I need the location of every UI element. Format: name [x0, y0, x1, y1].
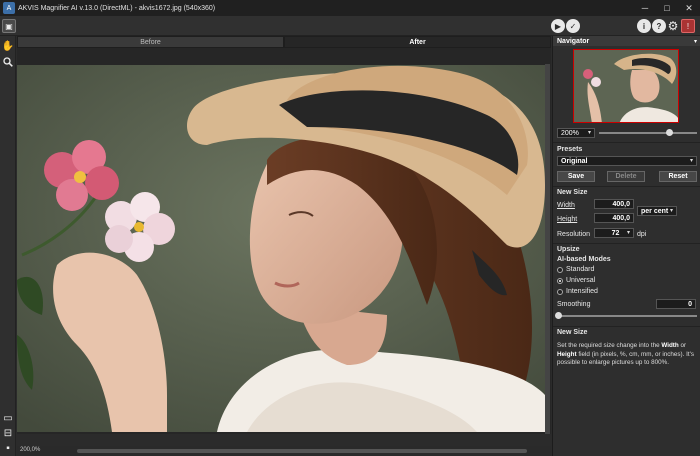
mode-universal-radio[interactable]	[557, 278, 563, 284]
mode-intensified-label: Intensified	[566, 288, 598, 295]
width-input[interactable]: 400,0	[594, 199, 634, 209]
settings-panel: Navigator ▾ 200% ▾ Presets Original ▾ Sa…	[552, 36, 700, 456]
presets-title: Presets	[557, 146, 583, 153]
tab-after[interactable]: After	[284, 36, 551, 48]
status-bar: 200,0%	[17, 446, 551, 456]
collapse-icon[interactable]: ▾	[694, 38, 697, 45]
window-title: AKVIS Magnifier AI v.13.0 (DirectML) - a…	[18, 4, 216, 12]
open-image-icon[interactable]: ▣	[2, 19, 16, 33]
navigator-zoom-slider[interactable]	[599, 132, 697, 134]
info-icon[interactable]: i	[637, 19, 651, 33]
single-view-icon[interactable]: ▭	[1, 411, 15, 425]
size-unit-value: per cent	[641, 207, 669, 215]
help-title: New Size	[557, 329, 588, 336]
section-divider	[553, 326, 700, 327]
delete-preset-button[interactable]: Delete	[607, 171, 645, 182]
notifications-icon[interactable]: !	[681, 19, 695, 33]
section-divider	[553, 243, 700, 244]
width-label: Width	[557, 202, 575, 209]
new-size-title: New Size	[557, 189, 588, 196]
tool-strip: ✋ ▭ ⊟ ▪	[0, 36, 16, 456]
hand-tool-icon[interactable]: ✋	[1, 39, 15, 53]
resolution-label: Resolution	[557, 231, 591, 238]
smoothing-label: Smoothing	[557, 301, 591, 308]
help-text-bold: Height	[557, 350, 577, 358]
help-text-part: Set the required size change into the	[557, 342, 662, 349]
mode-standard-radio[interactable]	[557, 267, 563, 273]
help-text-bold: Width	[661, 342, 679, 349]
tab-before[interactable]: Before	[17, 36, 284, 48]
save-preset-button[interactable]: Save	[557, 171, 595, 182]
reset-preset-button[interactable]: Reset	[659, 171, 697, 182]
section-divider	[553, 186, 700, 187]
chevron-down-icon: ▾	[626, 230, 630, 236]
smoothing-slider[interactable]	[557, 315, 697, 317]
preset-select[interactable]: Original ▾	[557, 156, 697, 166]
view-tabs: Before After	[17, 36, 551, 48]
app-logo-icon: A	[3, 2, 15, 14]
mode-universal-label: Universal	[566, 277, 596, 284]
help-icon[interactable]: ?	[652, 19, 666, 33]
size-unit-select[interactable]: per cent ▾	[637, 206, 677, 216]
height-label: Height	[557, 216, 578, 223]
settings-icon[interactable]: ⚙	[666, 19, 680, 33]
navigator-zoom-value: 200%	[561, 129, 579, 137]
smoothing-input[interactable]: 0	[656, 299, 696, 309]
maximize-button[interactable]: □	[656, 0, 678, 16]
top-toolbar: ▣ ▶ ✓ i ? ⚙ !	[0, 16, 700, 36]
chevron-down-icon: ▾	[689, 158, 693, 164]
navigator-zoom-select[interactable]: 200% ▾	[557, 128, 595, 138]
navigator-title: Navigator	[557, 37, 590, 45]
close-button[interactable]: ✕	[678, 0, 700, 16]
mode-intensified-radio[interactable]	[557, 289, 563, 295]
navigator-thumbnail[interactable]	[573, 49, 679, 123]
upsize-title: Upsize	[557, 246, 580, 253]
image-canvas[interactable]	[17, 48, 551, 434]
title-bar: A AKVIS Magnifier AI v.13.0 (DirectML) -…	[0, 0, 700, 16]
background-color-icon[interactable]: ▪	[1, 441, 15, 455]
smoothing-slider-thumb[interactable]	[555, 311, 562, 319]
navigator-header: Navigator ▾	[553, 36, 700, 46]
zoom-level-label: 200,0%	[20, 447, 41, 453]
help-text: Set the required size change into the Wi…	[557, 342, 697, 368]
canvas-horizontal-scrollbar[interactable]	[77, 449, 527, 453]
zoom-tool-icon[interactable]	[1, 55, 15, 69]
portrait-photo	[17, 65, 545, 432]
minimize-button[interactable]: ─	[634, 0, 656, 16]
preset-selected-value: Original	[561, 157, 588, 165]
apply-icon[interactable]: ✓	[566, 19, 580, 33]
section-divider	[553, 142, 700, 143]
chevron-down-icon: ▾	[669, 208, 673, 214]
navigator-zoom-slider-thumb[interactable]	[666, 128, 674, 136]
help-text-part: or	[678, 342, 687, 349]
canvas-vertical-scrollbar[interactable]	[545, 64, 550, 434]
resolution-select[interactable]: 72 ▾	[594, 228, 634, 238]
window-controls: ─ □ ✕	[634, 0, 700, 16]
ai-modes-label: AI-based Modes	[557, 256, 611, 263]
chevron-down-icon: ▾	[587, 130, 591, 136]
split-view-icon[interactable]: ⊟	[1, 426, 15, 440]
run-icon[interactable]: ▶	[551, 19, 565, 33]
help-text-part: field (in pixels, %, cm, mm, or inches).…	[557, 350, 694, 367]
height-input[interactable]: 400,0	[594, 213, 634, 223]
resolution-unit: dpi	[637, 231, 647, 238]
mode-standard-label: Standard	[566, 266, 595, 273]
resolution-value: 72	[611, 229, 620, 237]
